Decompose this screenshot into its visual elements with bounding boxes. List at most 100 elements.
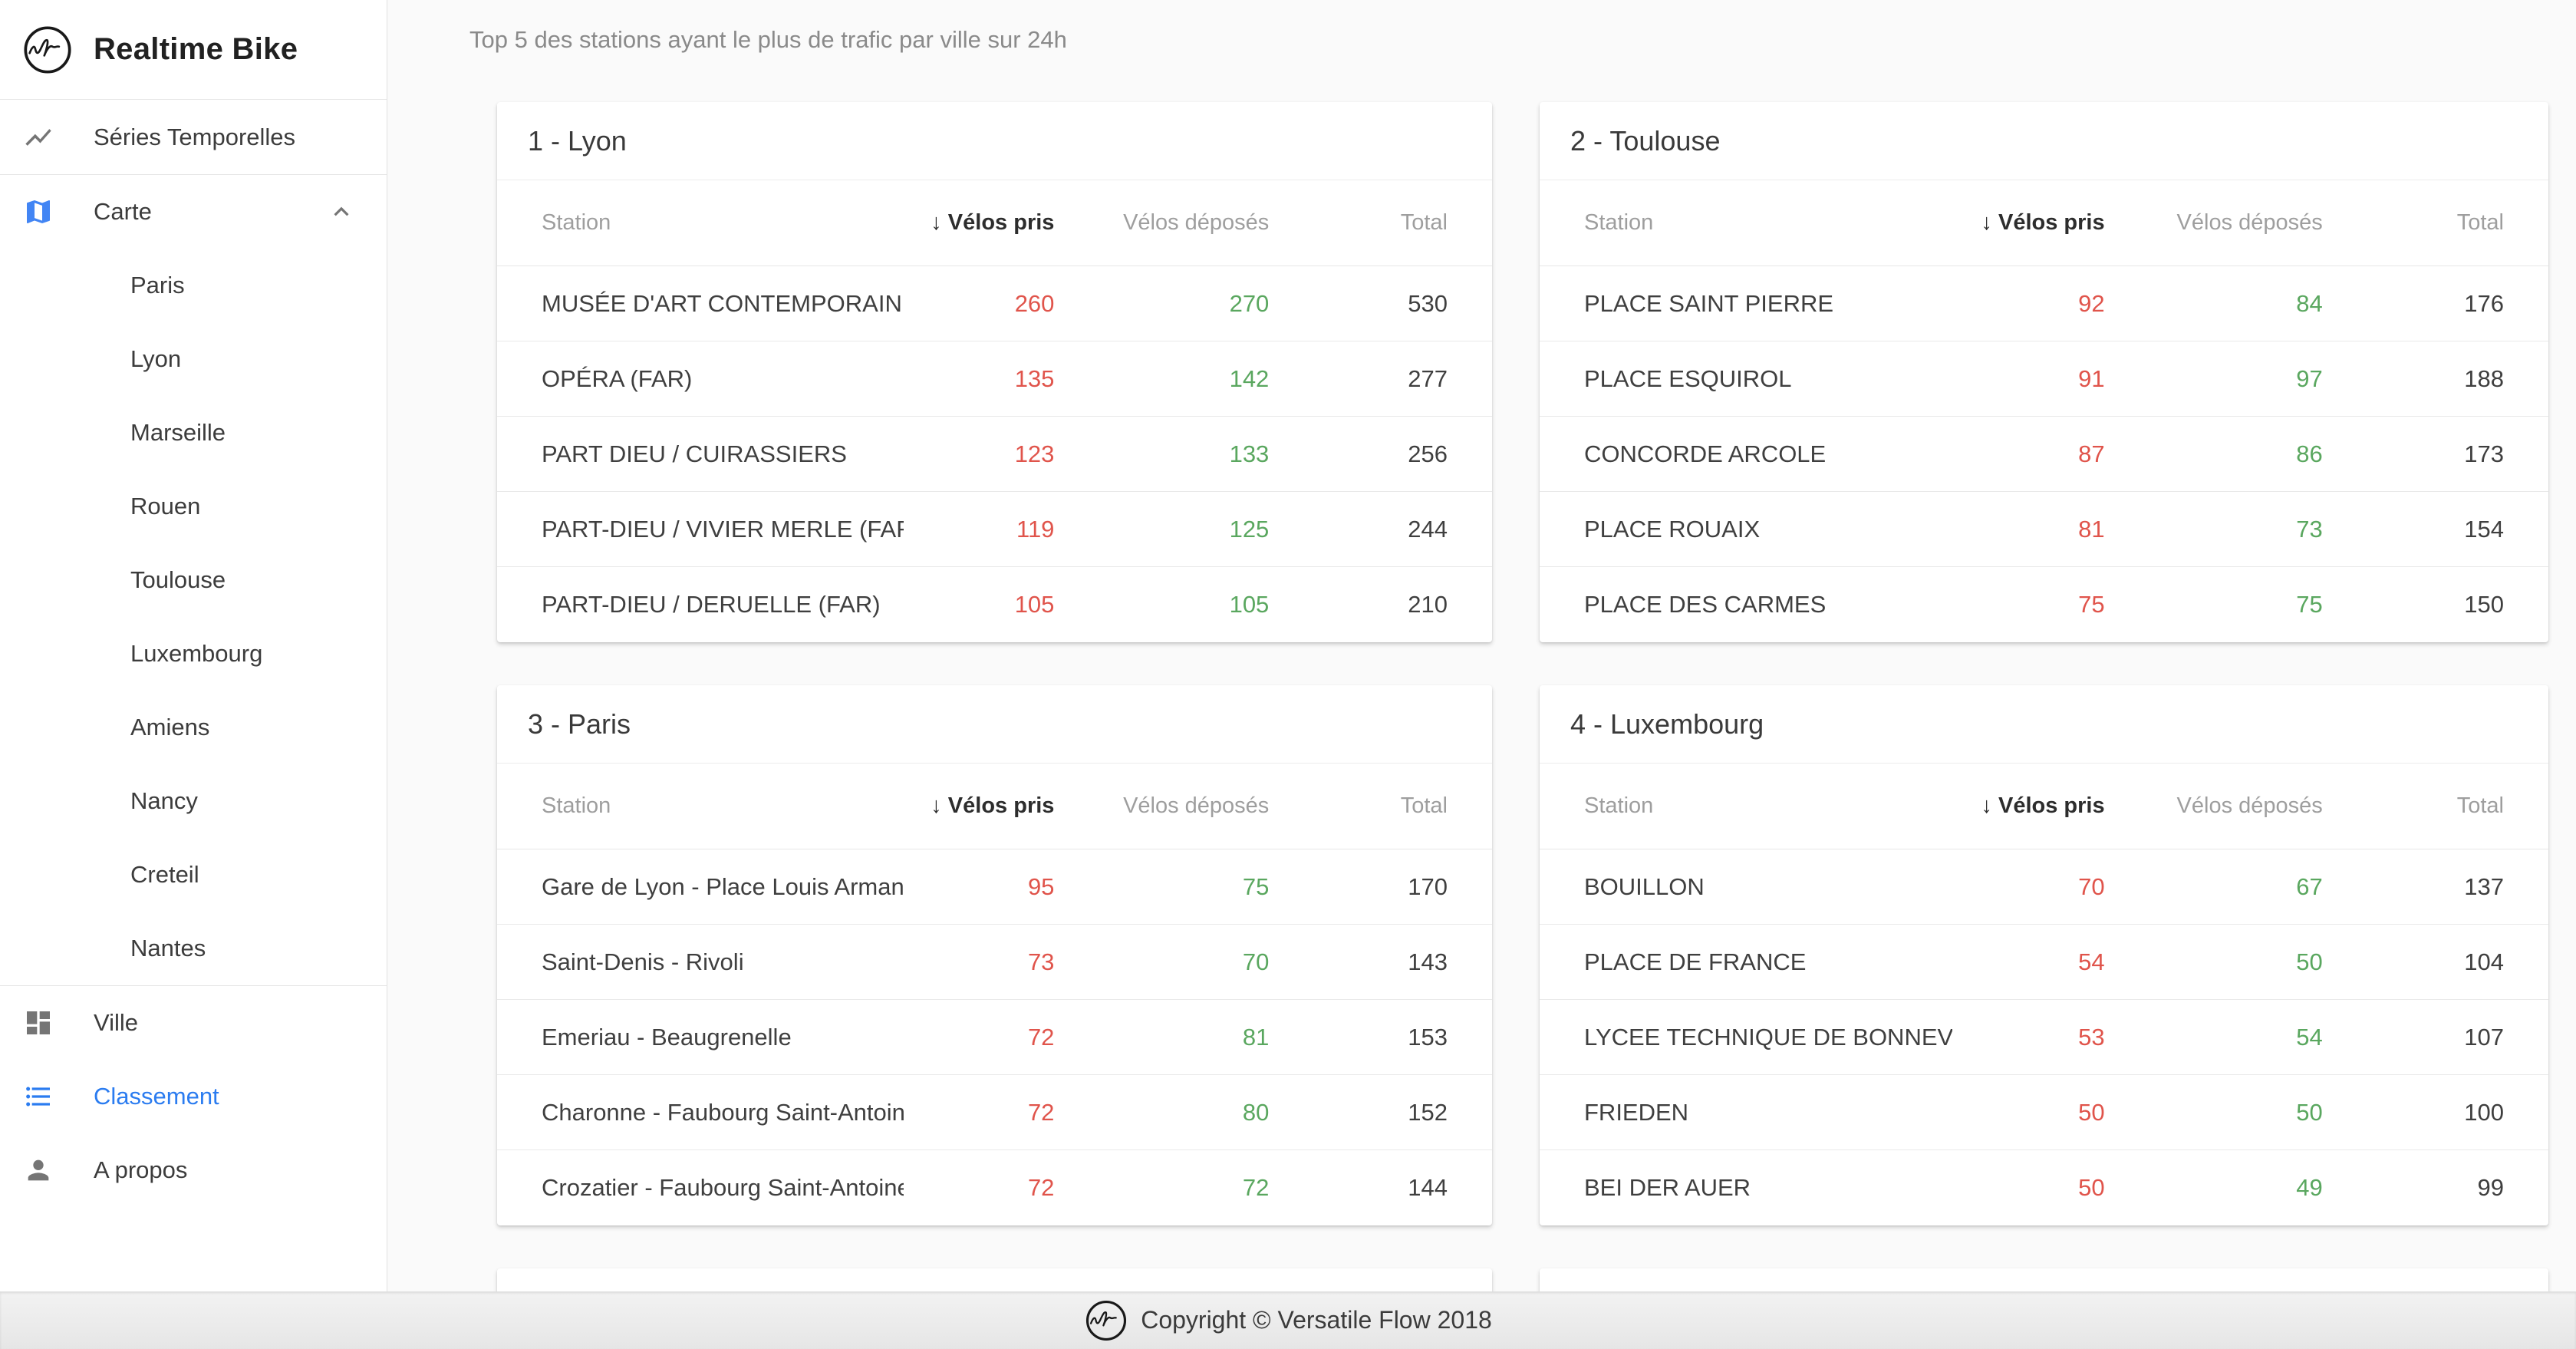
table-row: PLACE DES CARMES 75 75 150 <box>1540 567 2548 642</box>
column-header-total[interactable]: Total <box>2323 793 2504 819</box>
sidebar-city-rouen[interactable]: Rouen <box>0 470 387 543</box>
table-row: CONCORDE ARCOLE 87 86 173 <box>1540 417 2548 492</box>
column-header-velos-pris[interactable]: ↓Vélos pris <box>904 210 1054 236</box>
station-name: FRIEDEN <box>1584 1099 1952 1126</box>
sidebar-city-toulouse[interactable]: Toulouse <box>0 543 387 617</box>
velos-pris-value: 54 <box>1952 948 2105 976</box>
velos-deposes-value: 75 <box>1054 873 1269 901</box>
table-row: Crozatier - Faubourg Saint-Antoine 72 72… <box>497 1150 1492 1225</box>
velos-pris-value: 70 <box>1952 873 2105 901</box>
table-header-row: Station ↓Vélos pris Vélos déposés Total <box>497 180 1492 266</box>
chevron-up-icon[interactable] <box>327 197 356 226</box>
sidebar-city-lyon[interactable]: Lyon <box>0 322 387 396</box>
city-card-lyon: 1 - Lyon Station ↓Vélos pris Vélos dépos… <box>497 102 1492 642</box>
station-name: Gare de Lyon - Place Louis Armand <box>542 873 904 901</box>
sidebar-item-series-temporelles[interactable]: Séries Temporelles <box>0 100 387 174</box>
page-title: Top 5 des stations ayant le plus de traf… <box>388 0 2576 54</box>
station-name: Saint-Denis - Rivoli <box>542 948 904 976</box>
sidebar-city-nantes[interactable]: Nantes <box>0 912 387 985</box>
copyright-text: Copyright © Versatile Flow 2018 <box>1141 1306 1492 1334</box>
total-value: 530 <box>1269 290 1448 318</box>
velos-pris-value: 123 <box>904 440 1054 468</box>
station-name: Emeriau - Beaugrenelle <box>542 1024 904 1051</box>
column-header-velos-deposes[interactable]: Vélos déposés <box>1054 210 1269 236</box>
sidebar-city-paris[interactable]: Paris <box>0 249 387 322</box>
card-title: 4 - Luxembourg <box>1540 685 2548 764</box>
velos-deposes-value: 49 <box>2105 1174 2323 1202</box>
sidebar-city-creteil[interactable]: Creteil <box>0 838 387 912</box>
velos-pris-value: 119 <box>904 516 1054 543</box>
column-header-total[interactable]: Total <box>2323 210 2504 236</box>
station-name: PART DIEU / CUIRASSIERS <box>542 440 904 468</box>
card-title: 1 - Lyon <box>497 102 1492 180</box>
column-header-station[interactable]: Station <box>1584 210 1952 236</box>
velos-deposes-value: 67 <box>2105 873 2323 901</box>
table-row: PART-DIEU / DERUELLE (FAR) 105 105 210 <box>497 567 1492 642</box>
column-header-velos-pris[interactable]: ↓Vélos pris <box>1952 210 2105 236</box>
total-value: 244 <box>1269 516 1448 543</box>
chart-line-icon <box>23 122 54 153</box>
velos-deposes-value: 133 <box>1054 440 1269 468</box>
table-row: FRIEDEN 50 50 100 <box>1540 1075 2548 1150</box>
column-header-station[interactable]: Station <box>1584 793 1952 819</box>
table-row: PLACE DE FRANCE 54 50 104 <box>1540 925 2548 1000</box>
column-header-total[interactable]: Total <box>1269 793 1448 819</box>
column-header-station[interactable]: Station <box>542 210 904 236</box>
total-value: 150 <box>2323 591 2504 618</box>
table-row: PLACE ESQUIROL 91 97 188 <box>1540 341 2548 417</box>
total-value: 144 <box>1269 1174 1448 1202</box>
velos-deposes-value: 86 <box>2105 440 2323 468</box>
table-row: BEI DER AUER 50 49 99 <box>1540 1150 2548 1225</box>
total-value: 188 <box>2323 365 2504 393</box>
sort-desc-icon: ↓ <box>1981 210 1993 235</box>
table-row: PLACE SAINT PIERRE 92 84 176 <box>1540 266 2548 341</box>
column-header-velos-pris[interactable]: ↓Vélos pris <box>1952 793 2105 819</box>
velos-pris-value: 87 <box>1952 440 2105 468</box>
velos-deposes-value: 50 <box>2105 948 2323 976</box>
station-name: Charonne - Faubourg Saint-Antoine <box>542 1099 904 1126</box>
sidebar-item-a-propos[interactable]: A propos <box>0 1133 387 1207</box>
table-row: BOUILLON 70 67 137 <box>1540 849 2548 925</box>
sidebar-city-nancy[interactable]: Nancy <box>0 764 387 838</box>
column-header-station[interactable]: Station <box>542 793 904 819</box>
sidebar-city-marseille[interactable]: Marseille <box>0 396 387 470</box>
station-name: PLACE SAINT PIERRE <box>1584 290 1952 318</box>
column-header-total[interactable]: Total <box>1269 210 1448 236</box>
velos-deposes-value: 142 <box>1054 365 1269 393</box>
main-content: Top 5 des stations ayant le plus de traf… <box>388 0 2576 1291</box>
sidebar-city-amiens[interactable]: Amiens <box>0 691 387 764</box>
station-name: PART-DIEU / DERUELLE (FAR) <box>542 591 904 618</box>
column-header-velos-deposes[interactable]: Vélos déposés <box>2105 210 2323 236</box>
column-header-velos-pris[interactable]: ↓Vélos pris <box>904 793 1054 819</box>
station-name: LYCEE TECHNIQUE DE BONNEVOIE <box>1584 1024 1952 1051</box>
sidebar-item-classement[interactable]: Classement <box>0 1060 387 1133</box>
table-header-row: Station ↓Vélos pris Vélos déposés Total <box>1540 180 2548 266</box>
table-row: PLACE ROUAIX 81 73 154 <box>1540 492 2548 567</box>
sort-desc-icon: ↓ <box>931 210 942 235</box>
cards-grid: 1 - Lyon Station ↓Vélos pris Vélos dépos… <box>497 102 2548 1299</box>
card-title: 3 - Paris <box>497 685 1492 764</box>
table-row: OPÉRA (FAR) 135 142 277 <box>497 341 1492 417</box>
footer: Copyright © Versatile Flow 2018 <box>0 1291 2576 1349</box>
station-name: MUSÉE D'ART CONTEMPORAIN (FAR) <box>542 290 904 318</box>
velos-deposes-value: 105 <box>1054 591 1269 618</box>
velos-deposes-value: 54 <box>2105 1024 2323 1051</box>
station-name: PLACE DE FRANCE <box>1584 948 1952 976</box>
total-value: 143 <box>1269 948 1448 976</box>
velos-pris-value: 91 <box>1952 365 2105 393</box>
velos-pris-value: 75 <box>1952 591 2105 618</box>
city-card-paris: 3 - Paris Station ↓Vélos pris Vélos dépo… <box>497 685 1492 1225</box>
sidebar-city-luxembourg[interactable]: Luxembourg <box>0 617 387 691</box>
person-icon <box>23 1155 54 1186</box>
velos-pris-value: 72 <box>904 1174 1054 1202</box>
total-value: 210 <box>1269 591 1448 618</box>
total-value: 170 <box>1269 873 1448 901</box>
sidebar-item-carte[interactable]: Carte <box>0 175 387 249</box>
velos-pris-value: 73 <box>904 948 1054 976</box>
sidebar-item-ville[interactable]: Ville <box>0 986 387 1060</box>
column-header-velos-deposes[interactable]: Vélos déposés <box>2105 793 2323 819</box>
velos-pris-value: 53 <box>1952 1024 2105 1051</box>
brand-logo-icon <box>21 24 74 76</box>
column-header-velos-deposes[interactable]: Vélos déposés <box>1054 793 1269 819</box>
velos-pris-value: 105 <box>904 591 1054 618</box>
